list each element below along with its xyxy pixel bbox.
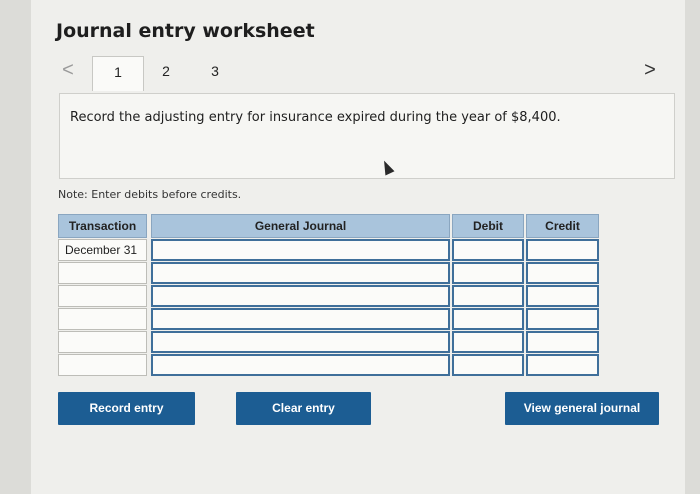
view-general-journal-button[interactable]: View general journal xyxy=(505,392,659,425)
credit-input[interactable] xyxy=(526,308,599,330)
transaction-cell xyxy=(58,285,147,307)
note-text: Note: Enter debits before credits. xyxy=(58,188,242,201)
clear-entry-button[interactable]: Clear entry xyxy=(236,392,371,425)
account-input[interactable] xyxy=(151,262,450,284)
credit-input-text xyxy=(528,290,534,304)
debit-input[interactable] xyxy=(452,262,524,284)
account-input-text xyxy=(153,313,159,327)
credit-input[interactable] xyxy=(526,285,599,307)
transaction-cell: December 31 xyxy=(58,239,147,261)
account-input-text xyxy=(153,336,159,350)
debit-input-text xyxy=(454,244,460,258)
page-title: Journal entry worksheet xyxy=(56,20,315,42)
debit-input-text xyxy=(454,290,460,304)
debit-input[interactable] xyxy=(452,285,524,307)
credit-input[interactable] xyxy=(526,239,599,261)
credit-input-text xyxy=(528,336,534,350)
debit-input[interactable] xyxy=(452,308,524,330)
header-debit: Debit xyxy=(452,214,524,238)
tab-3[interactable]: 3 xyxy=(205,56,225,90)
debit-input-text xyxy=(454,336,460,350)
account-input[interactable] xyxy=(151,331,450,353)
account-input[interactable] xyxy=(151,239,450,261)
transaction-cell xyxy=(58,354,147,376)
transaction-cell xyxy=(58,308,147,330)
instruction-box xyxy=(59,93,675,179)
instruction-text: Record the adjusting entry for insurance… xyxy=(70,110,561,125)
header-transaction: Transaction xyxy=(58,214,147,238)
credit-input[interactable] xyxy=(526,262,599,284)
account-input-text xyxy=(153,290,159,304)
account-input-text xyxy=(153,359,159,373)
debit-input-text xyxy=(454,313,460,327)
prev-arrow-icon[interactable]: < xyxy=(58,58,78,82)
credit-input-text xyxy=(528,359,534,373)
debit-input[interactable] xyxy=(452,354,524,376)
transaction-cell-text xyxy=(59,335,65,349)
transaction-cell xyxy=(58,331,147,353)
credit-input-text xyxy=(528,267,534,281)
account-input-text xyxy=(153,244,159,258)
credit-input-text xyxy=(528,313,534,327)
credit-input[interactable] xyxy=(526,354,599,376)
debit-input[interactable] xyxy=(452,331,524,353)
next-arrow-icon[interactable]: > xyxy=(640,58,660,82)
account-input[interactable] xyxy=(151,354,450,376)
transaction-cell xyxy=(58,262,147,284)
transaction-cell-text xyxy=(59,266,65,280)
record-entry-button[interactable]: Record entry xyxy=(58,392,195,425)
transaction-cell-text xyxy=(59,312,65,326)
debit-input-text xyxy=(454,267,460,281)
transaction-cell-text xyxy=(59,289,65,303)
credit-input-text xyxy=(528,244,534,258)
debit-input-text xyxy=(454,359,460,373)
transaction-cell-text: December 31 xyxy=(65,243,138,257)
header-general-journal: General Journal xyxy=(151,214,450,238)
credit-input[interactable] xyxy=(526,331,599,353)
tab-1[interactable]: 1 xyxy=(92,56,144,91)
header-credit: Credit xyxy=(526,214,599,238)
tab-2[interactable]: 2 xyxy=(156,56,176,90)
transaction-cell-text xyxy=(59,358,65,372)
account-input-text xyxy=(153,267,159,281)
account-input[interactable] xyxy=(151,308,450,330)
account-input[interactable] xyxy=(151,285,450,307)
debit-input[interactable] xyxy=(452,239,524,261)
